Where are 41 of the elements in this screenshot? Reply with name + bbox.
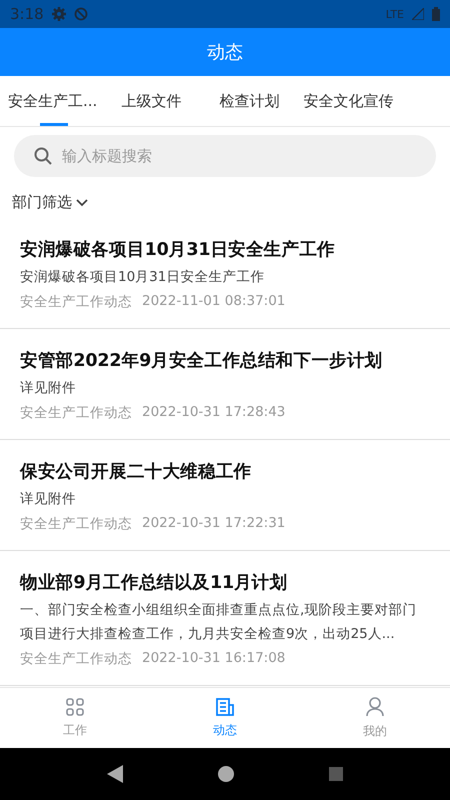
article-time: 2022-10-31 16:17:08	[142, 650, 286, 668]
back-icon[interactable]	[107, 765, 124, 783]
gear-icon	[52, 7, 66, 21]
tab[interactable]: 检查计划	[219, 76, 280, 126]
tab[interactable]: 上级文件	[121, 76, 182, 126]
document-icon	[216, 698, 234, 716]
article-summary: 详见附件	[20, 379, 77, 398]
search-field[interactable]: 输入标题搜索	[14, 135, 436, 177]
article-summary: 安润爆破各项目10月31日安全生产工作	[20, 268, 266, 287]
grid-icon	[66, 698, 84, 716]
home-icon[interactable]	[218, 766, 234, 782]
article-time: 2022-11-01 08:37:01	[142, 293, 286, 311]
article-category: 安全生产工作动态	[20, 293, 132, 311]
blocked-icon	[74, 7, 88, 21]
article-item[interactable]: 安润爆破各项目10月31日安全生产工作 安润爆破各项目10月31日安全生产工作 安全生产工作动态 2022-11-01 08:37:01	[0, 218, 450, 329]
article-category: 安全生产工作动态	[20, 515, 132, 533]
article-title: 物业部9月工作总结以及11月计划	[20, 572, 288, 594]
article-time: 2022-10-31 17:28:43	[142, 404, 286, 422]
nav-tab[interactable]: 动态	[150, 688, 300, 748]
article-summary: 详见附件	[20, 490, 77, 509]
filter-dropdown[interactable]: 部门筛选	[12, 193, 88, 212]
article-item[interactable]: 安管部2022年9月安全工作总结和下一步计划 详见附件 安全生产工作动态 2022-10-31 17:28:43	[0, 329, 450, 440]
recents-icon[interactable]	[328, 767, 343, 781]
article-category: 安全生产工作动态	[20, 404, 132, 422]
article-item[interactable]: 保安公司开展二十大维稳工作 详见附件 安全生产工作动态 2022-10-31 17:22:31	[0, 440, 450, 551]
network-label: LTE	[386, 8, 404, 20]
tab[interactable]: 安全生产工...	[8, 76, 98, 126]
battery-icon	[432, 7, 440, 21]
article-title: 保安公司开展二十大维稳工作	[20, 460, 252, 483]
article-summary: 一、部门安全检查小组组织全面排查重点点位,现阶段主要对部门项目进行大排查检查工作，九月共安全检查9次，出动25人...	[20, 601, 418, 644]
status-time: 3:18	[10, 5, 44, 23]
article-title: 安润爆破各项目10月31日安全生产工作	[20, 238, 336, 261]
person-icon	[366, 696, 384, 716]
tab[interactable]: 安全文化宣传	[303, 76, 394, 126]
page-title: 动态	[207, 41, 243, 64]
chevron-icon	[76, 198, 88, 206]
signal-icon	[412, 8, 424, 20]
article-category: 安全生产工作动态	[20, 650, 132, 668]
article-item[interactable]: 物业部9月工作总结以及11月计划 一、部门安全检查小组组织全面排查重点点位,现阶段主要对部门项目进行大排查检查工作，九月共安全检查9次，出动25人... 安全生产工作动态 2022-10-31 16:17:08	[0, 551, 450, 686]
article-time: 2022-10-31 17:22:31	[142, 515, 286, 533]
article-title: 安管部2022年9月安全工作总结和下一步计划	[20, 350, 384, 372]
